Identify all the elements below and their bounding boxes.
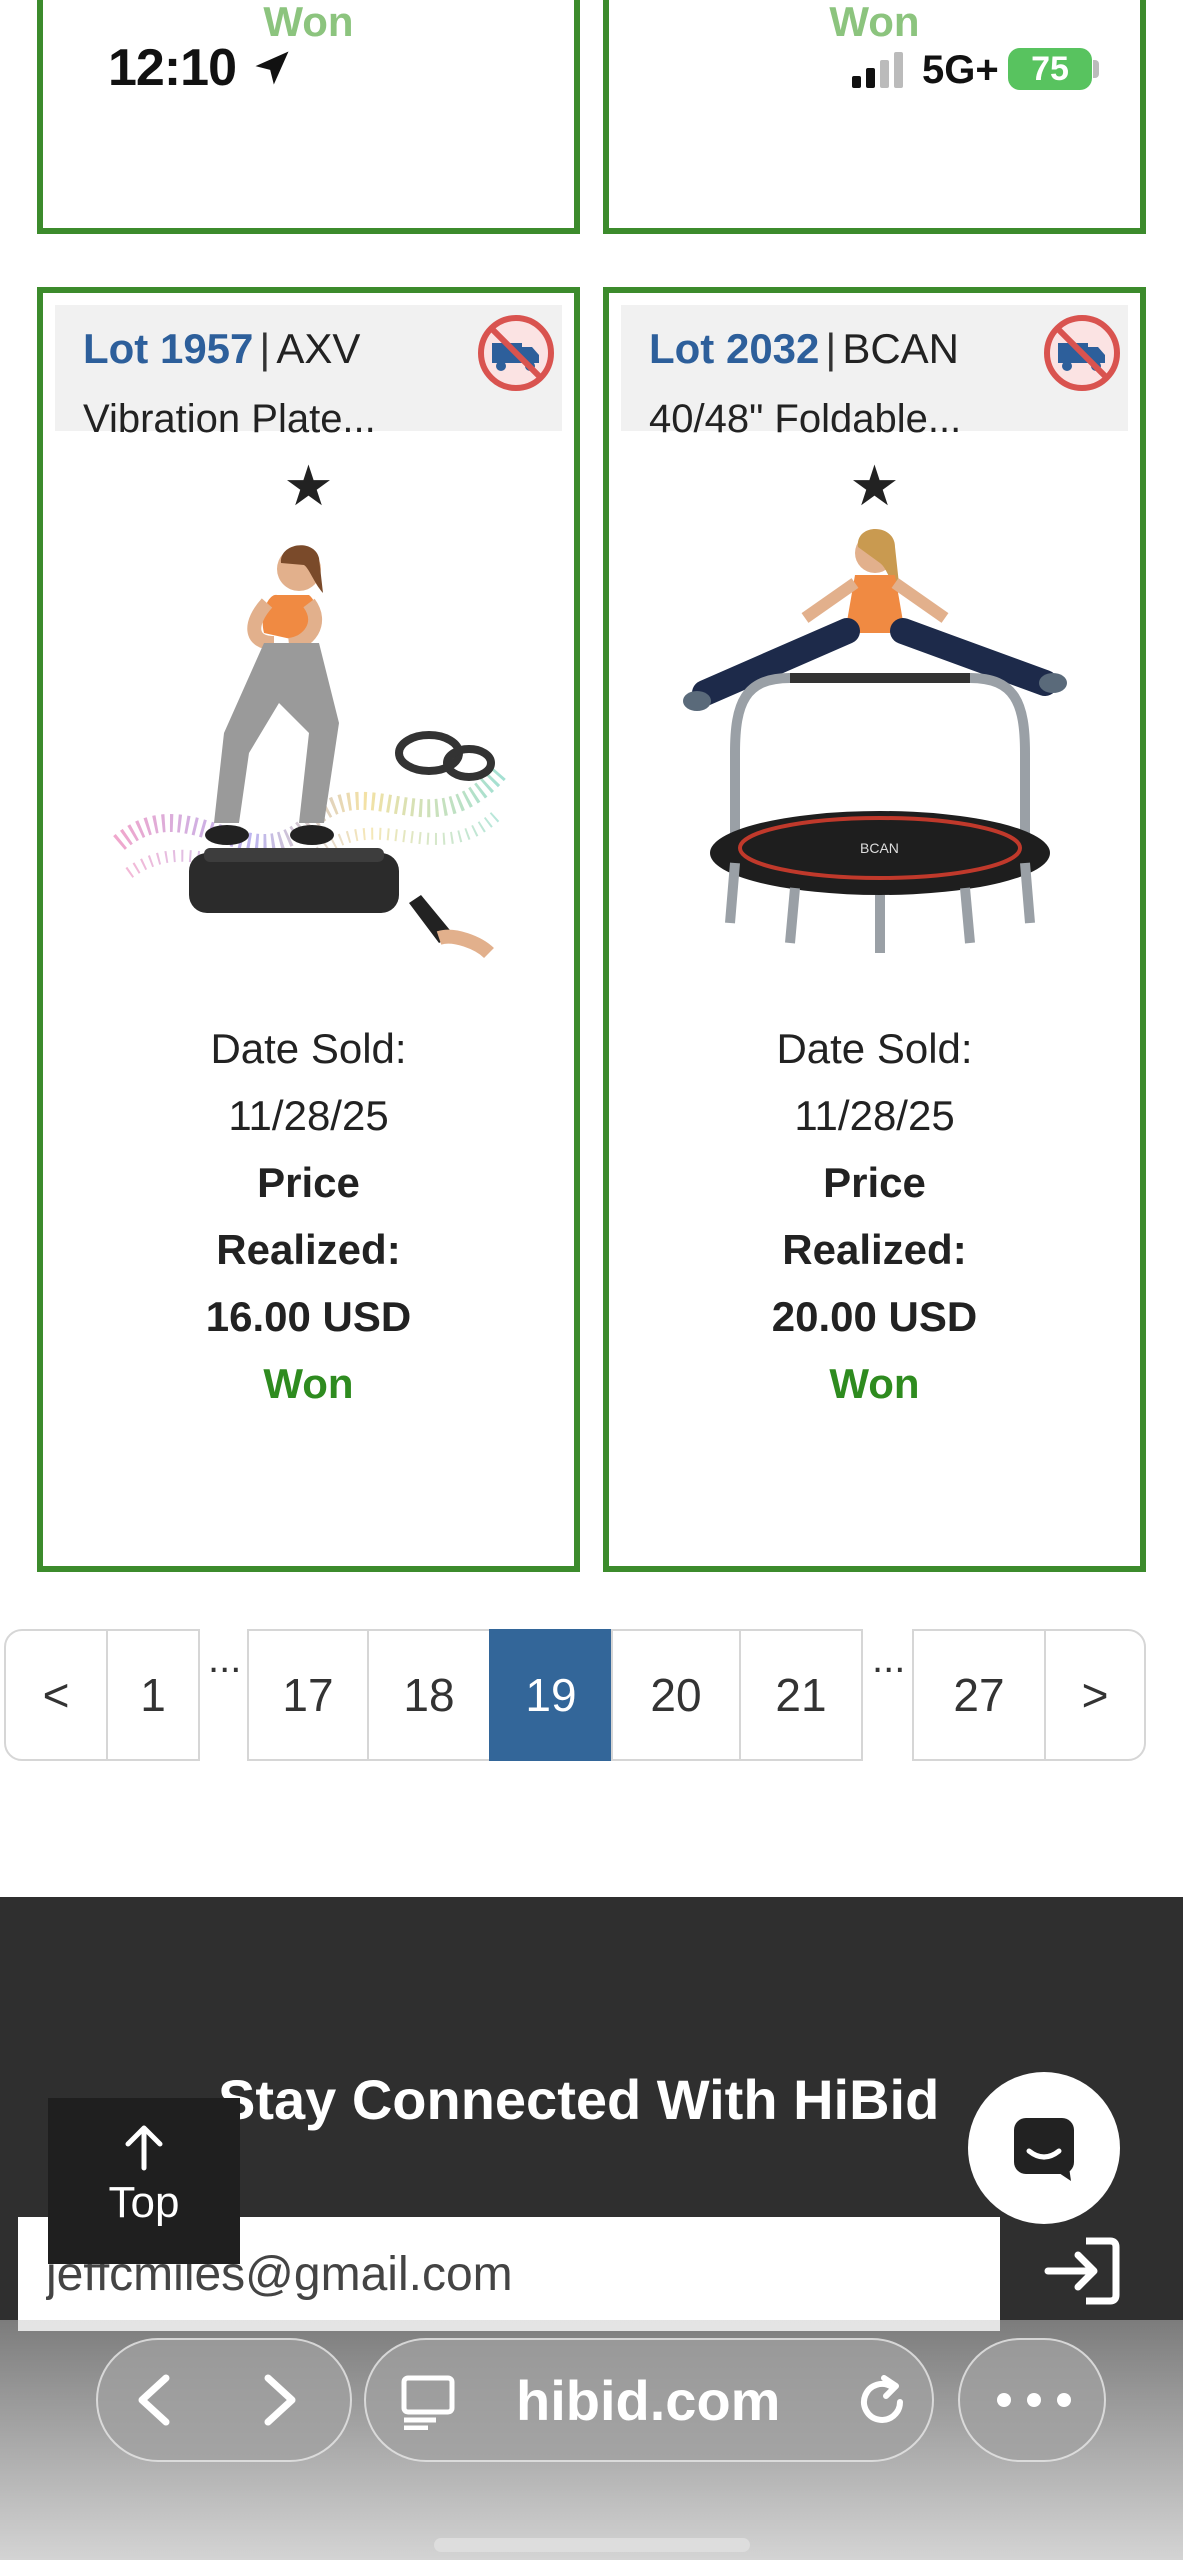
sign-in-arrow-icon[interactable] — [1042, 2233, 1122, 2309]
top-label: Top — [108, 2178, 180, 2227]
date-sold-label: Date Sold: — [210, 1025, 407, 1072]
won-label: Won — [829, 1360, 920, 1407]
pagination-ellipsis: ... — [208, 1637, 242, 1681]
browser-toolbar: hibid.com — [0, 2320, 1183, 2560]
lot-header: Lot 1957 | AXV Vibration Plate... — [55, 305, 562, 441]
separator: | — [259, 325, 271, 372]
prev-page-button[interactable]: < — [4, 1629, 108, 1761]
no-shipping-icon — [478, 315, 554, 391]
lot-title[interactable]: Vibration Plate... — [83, 397, 376, 442]
location-arrow-icon — [255, 51, 289, 85]
separator: | — [825, 325, 837, 372]
lot-brand: AXV — [276, 325, 361, 372]
lot-number-link[interactable]: Lot 2032 — [649, 325, 819, 372]
back-to-top-button[interactable]: Top — [48, 2098, 240, 2264]
battery-tip — [1093, 60, 1099, 78]
lot-heading: Lot 1957 | AXV — [83, 325, 360, 373]
price-label: Price — [823, 1159, 926, 1206]
lot-info: Date Sold: 11/28/25 Price Realized: 20.0… — [609, 1015, 1140, 1417]
date-sold-value: 11/28/25 — [794, 1092, 955, 1139]
lot-header: Lot 2032 | BCAN 40/48" Foldable... — [621, 305, 1128, 441]
date-sold-label: Date Sold: — [776, 1025, 973, 1072]
price-value: 16.00 USD — [205, 1293, 412, 1340]
pagination: < 1 ... 17 18 19 20 21 ... 27 > — [4, 1629, 1146, 1761]
lot-heading: Lot 2032 | BCAN — [649, 325, 959, 373]
lot-title[interactable]: 40/48" Foldable... — [649, 397, 961, 442]
page-1-button[interactable]: 1 — [106, 1629, 200, 1761]
footer-title: Stay Connected With HiBid — [218, 2068, 940, 2131]
lot-number-link[interactable]: Lot 1957 — [83, 325, 253, 372]
product-image-vibration-plate[interactable] — [109, 523, 509, 963]
home-indicator — [434, 2538, 750, 2552]
lot-card[interactable]: Lot 1957 | AXV Vibration Plate... ★ Date… — [37, 287, 580, 1572]
address-bar[interactable]: hibid.com — [364, 2338, 934, 2462]
battery-icon: 75 — [1008, 48, 1092, 90]
page-27-button[interactable]: 27 — [912, 1629, 1046, 1761]
page-18-button[interactable]: 18 — [367, 1629, 491, 1761]
page-19-button[interactable]: 19 — [489, 1629, 613, 1761]
page-20-button[interactable]: 20 — [611, 1629, 741, 1761]
network-label: 5G+ — [922, 48, 999, 92]
more-options-button[interactable] — [958, 2338, 1106, 2462]
more-icon — [997, 2393, 1071, 2407]
price-label-2: Realized: — [216, 1226, 401, 1273]
won-label: Won — [263, 1360, 354, 1407]
page-21-button[interactable]: 21 — [739, 1629, 863, 1761]
chat-icon — [1014, 2118, 1074, 2181]
svg-text:BCAN: BCAN — [860, 840, 899, 856]
lot-info: Date Sold: 11/28/25 Price Realized: 16.0… — [43, 1015, 574, 1417]
lot-brand: BCAN — [842, 325, 960, 372]
price-label-2: Realized: — [782, 1226, 967, 1273]
no-shipping-icon — [1044, 315, 1120, 391]
reader-mode-icon[interactable] — [400, 2374, 460, 2430]
arrow-up-icon — [125, 2125, 163, 2171]
chat-button[interactable] — [968, 2072, 1120, 2224]
next-page-button[interactable]: > — [1044, 1629, 1146, 1761]
signal-icon — [852, 52, 903, 88]
favorite-star-icon[interactable]: ★ — [609, 453, 1140, 519]
lot-card[interactable]: Lot 2032 | BCAN 40/48" Foldable... ★ BCAN … — [603, 287, 1146, 1572]
url-text: hibid.com — [516, 2369, 781, 2432]
status-time: 12:10 — [108, 39, 237, 97]
page-17-button[interactable]: 17 — [247, 1629, 369, 1761]
status-bar: 12:10 5G+ 75 — [0, 0, 1183, 140]
favorite-star-icon[interactable]: ★ — [43, 453, 574, 519]
price-value: 20.00 USD — [771, 1293, 978, 1340]
reload-icon[interactable] — [852, 2372, 912, 2432]
date-sold-value: 11/28/25 — [228, 1092, 389, 1139]
product-image-trampoline[interactable]: BCAN — [675, 523, 1075, 963]
navigation-pill — [96, 2338, 352, 2462]
back-icon[interactable] — [126, 2370, 186, 2430]
pagination-ellipsis: ... — [872, 1637, 906, 1681]
price-label: Price — [257, 1159, 360, 1206]
forward-icon[interactable] — [248, 2370, 308, 2430]
